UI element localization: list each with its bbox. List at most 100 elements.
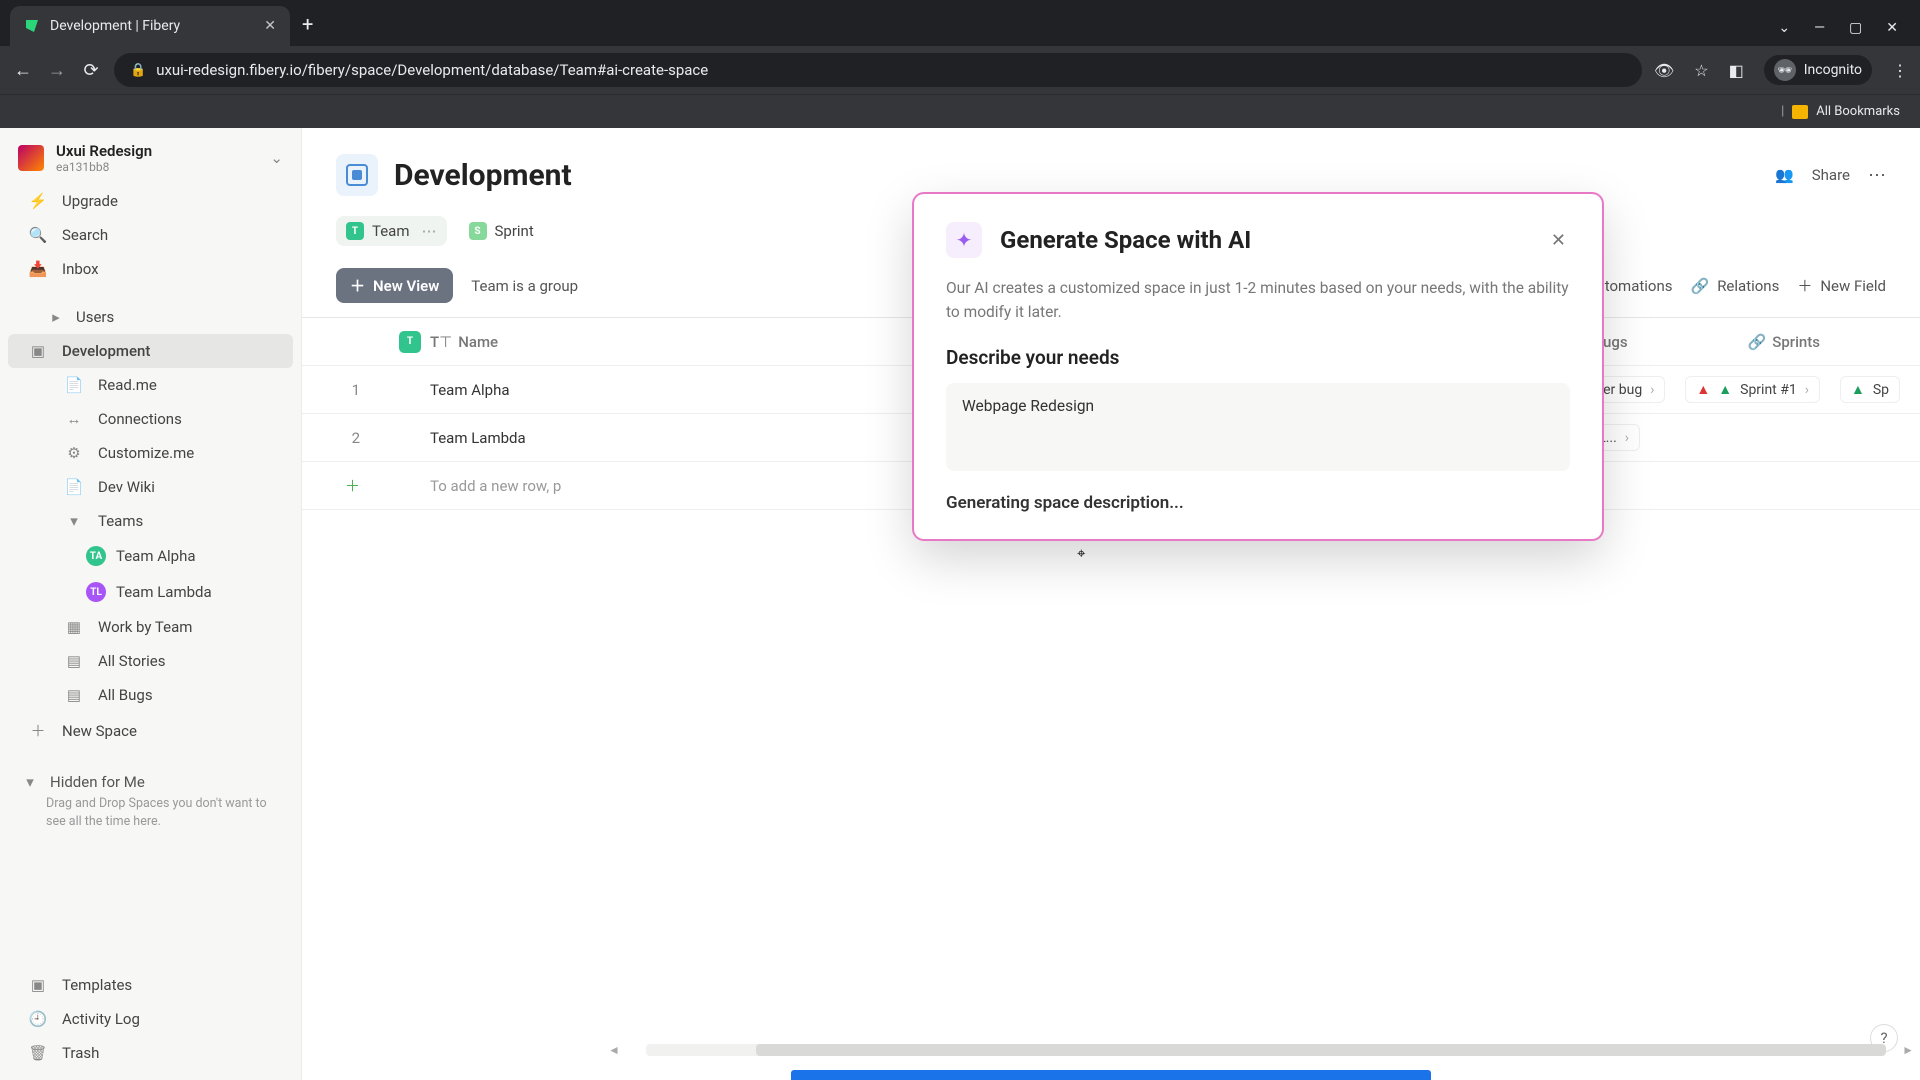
caret-right-icon[interactable]: ▸ xyxy=(48,308,64,326)
sprint-chip[interactable]: ▲▲Sprint #1› xyxy=(1685,376,1820,403)
horizontal-scrollbar[interactable]: ◄ ► xyxy=(602,1042,1920,1058)
chrome-menu-icon[interactable]: ⋮ xyxy=(1892,61,1908,80)
sidebar-item-team-lambda[interactable]: TL Team Lambda xyxy=(8,574,293,610)
type-icon: T xyxy=(399,331,421,353)
scroll-thumb[interactable] xyxy=(756,1044,1886,1056)
sidebar-item-customize[interactable]: ⚙ Customize.me xyxy=(8,436,293,470)
workspace-name: Uxui Redesign xyxy=(56,142,152,160)
share-button[interactable]: Share xyxy=(1812,166,1850,184)
sidebar-item-all-stories[interactable]: ▤ All Stories xyxy=(8,644,293,678)
modal-close-button[interactable]: ✕ xyxy=(1547,226,1570,255)
plus-icon: ＋ xyxy=(1797,275,1812,296)
tab-close-icon[interactable]: ✕ xyxy=(264,18,276,34)
tab-title: Development | Fibery xyxy=(50,18,254,34)
sidebar-label: Team Alpha xyxy=(116,547,196,565)
flag-icon: ▲ xyxy=(1696,381,1710,398)
sidebar-item-teams[interactable]: ▾ Teams xyxy=(8,504,293,538)
trash-icon: 🗑 xyxy=(28,1044,48,1062)
nav-reload-icon[interactable]: ⟳ xyxy=(80,60,102,81)
bookmark-star-icon[interactable]: ☆ xyxy=(1694,61,1708,80)
plus-icon: ＋ xyxy=(350,275,365,296)
app-root: Uxui Redesign ea131bb8 ⌄ ⚡ Upgrade 🔍 Sea… xyxy=(0,128,1920,1080)
window-maximize-icon[interactable]: ▢ xyxy=(1849,20,1862,36)
sidebar-item-development[interactable]: ▣ Development xyxy=(8,334,293,368)
add-row-hint: To add a new row, p xyxy=(430,477,950,495)
all-bookmarks-link[interactable]: All Bookmarks xyxy=(1816,104,1900,119)
sidebar-item-readme[interactable]: 📄 Read.me xyxy=(8,368,293,402)
scroll-right-icon[interactable]: ► xyxy=(1896,1043,1920,1057)
sidebar-item-devwiki[interactable]: 📄 Dev Wiki xyxy=(8,470,293,504)
sidebar-upgrade[interactable]: ⚡ Upgrade xyxy=(8,184,293,218)
tab-favicon xyxy=(24,18,40,34)
bottom-accent-bar xyxy=(791,1070,1431,1080)
sidebar-item-connections[interactable]: ↔ Connections xyxy=(8,402,293,436)
share-icon: 👥 xyxy=(1775,166,1794,184)
sidebar-activity-log[interactable]: 🕘 Activity Log xyxy=(8,1002,293,1036)
sidebar-label: Work by Team xyxy=(98,618,192,636)
nav-forward-icon[interactable]: → xyxy=(46,60,68,81)
team-avatar-icon: TL xyxy=(86,582,106,602)
space-avatar-icon[interactable] xyxy=(336,154,378,196)
nav-back-icon[interactable]: ← xyxy=(12,60,34,81)
new-view-button[interactable]: ＋ New View xyxy=(336,268,453,303)
list-icon: ▤ xyxy=(64,652,84,670)
plus-icon: ＋ xyxy=(28,720,48,741)
sidebar-templates[interactable]: ▣ Templates xyxy=(8,968,293,1002)
inbox-icon: 📥 xyxy=(28,260,48,278)
scroll-track[interactable] xyxy=(646,1044,1876,1056)
tab-search-icon[interactable]: ⌄ xyxy=(1778,20,1790,36)
new-field-button[interactable]: ＋ New Field xyxy=(1797,275,1886,296)
sidebar-label: Inbox xyxy=(62,260,99,278)
sidebar-item-team-alpha[interactable]: TA Team Alpha xyxy=(8,538,293,574)
url-text: uxui-redesign.fibery.io/fibery/space/Dev… xyxy=(156,61,708,79)
column-header-sprints[interactable]: 🔗Sprints xyxy=(1748,333,1820,351)
sidebar-item-all-bugs[interactable]: ▤ All Bugs xyxy=(8,678,293,712)
incognito-icon: 🕶 xyxy=(1774,59,1796,81)
sprint-chip[interactable]: ▲Sp xyxy=(1840,376,1900,403)
lightning-icon: ⚡ xyxy=(28,192,48,210)
cell-name[interactable]: Team Lambda xyxy=(430,429,950,447)
sidebar-label: All Stories xyxy=(98,652,165,670)
new-tab-button[interactable]: + xyxy=(290,2,325,46)
plus-icon: ＋ xyxy=(345,477,360,495)
sidebar-label: All Bugs xyxy=(98,686,153,704)
page-title: Development xyxy=(394,158,572,193)
scroll-left-icon[interactable]: ◄ xyxy=(602,1043,626,1057)
tab-sprint[interactable]: S Sprint xyxy=(459,216,544,246)
eye-off-icon[interactable]: 👁 xyxy=(1654,61,1674,80)
window-minimize-icon[interactable]: — xyxy=(1814,20,1825,36)
sidebar-label: Dev Wiki xyxy=(98,478,155,496)
caret-down-icon[interactable]: ▾ xyxy=(64,512,84,530)
sidebar-new-space[interactable]: ＋ New Space xyxy=(8,712,293,749)
sidebar-label: Development xyxy=(62,342,150,360)
cell-name[interactable]: Team Alpha xyxy=(430,381,950,399)
sidebar-trash[interactable]: 🗑 Trash xyxy=(8,1036,293,1070)
main-content: Development 👥 Share ⋯ T Team ⋯ S Sprint … xyxy=(302,128,1920,1080)
sidebar-label: Trash xyxy=(62,1044,99,1062)
browser-tabstrip: Development | Fibery ✕ + ⌄ — ▢ ✕ xyxy=(0,0,1920,46)
sidebar-item-users[interactable]: ▸ Users xyxy=(8,300,293,334)
workspace-switcher[interactable]: Uxui Redesign ea131bb8 ⌄ xyxy=(0,128,301,184)
window-close-icon[interactable]: ✕ xyxy=(1886,20,1898,36)
tab-menu-icon[interactable]: ⋯ xyxy=(422,222,437,240)
textarea-value: Webpage Redesign xyxy=(962,397,1094,415)
workspace-id: ea131bb8 xyxy=(56,160,152,174)
chevron-right-icon: › xyxy=(1650,382,1654,398)
connections-icon: ↔ xyxy=(64,410,84,428)
tab-label: Team xyxy=(372,222,410,240)
tab-team[interactable]: T Team ⋯ xyxy=(336,216,447,246)
browser-tab[interactable]: Development | Fibery ✕ xyxy=(10,6,290,46)
more-menu-icon[interactable]: ⋯ xyxy=(1868,165,1886,186)
incognito-indicator[interactable]: 🕶 Incognito xyxy=(1764,55,1872,85)
tab-color-icon: T xyxy=(346,222,364,240)
sidebar-item-work-by-team[interactable]: ▦ Work by Team xyxy=(8,610,293,644)
sidebar-search[interactable]: 🔍 Search xyxy=(8,218,293,252)
relations-button[interactable]: 🔗 Relations xyxy=(1691,277,1780,295)
side-panel-icon[interactable]: ◧ xyxy=(1729,61,1744,80)
needs-textarea[interactable]: Webpage Redesign xyxy=(946,383,1570,471)
sidebar-label: Hidden for Me xyxy=(50,773,145,791)
sidebar-inbox[interactable]: 📥 Inbox xyxy=(8,252,293,286)
sidebar-hidden-section[interactable]: ▾ Hidden for Me xyxy=(0,763,301,795)
column-header-name[interactable]: T⊤Name xyxy=(430,333,950,351)
address-bar[interactable]: 🔒 uxui-redesign.fibery.io/fibery/space/D… xyxy=(114,53,1642,87)
